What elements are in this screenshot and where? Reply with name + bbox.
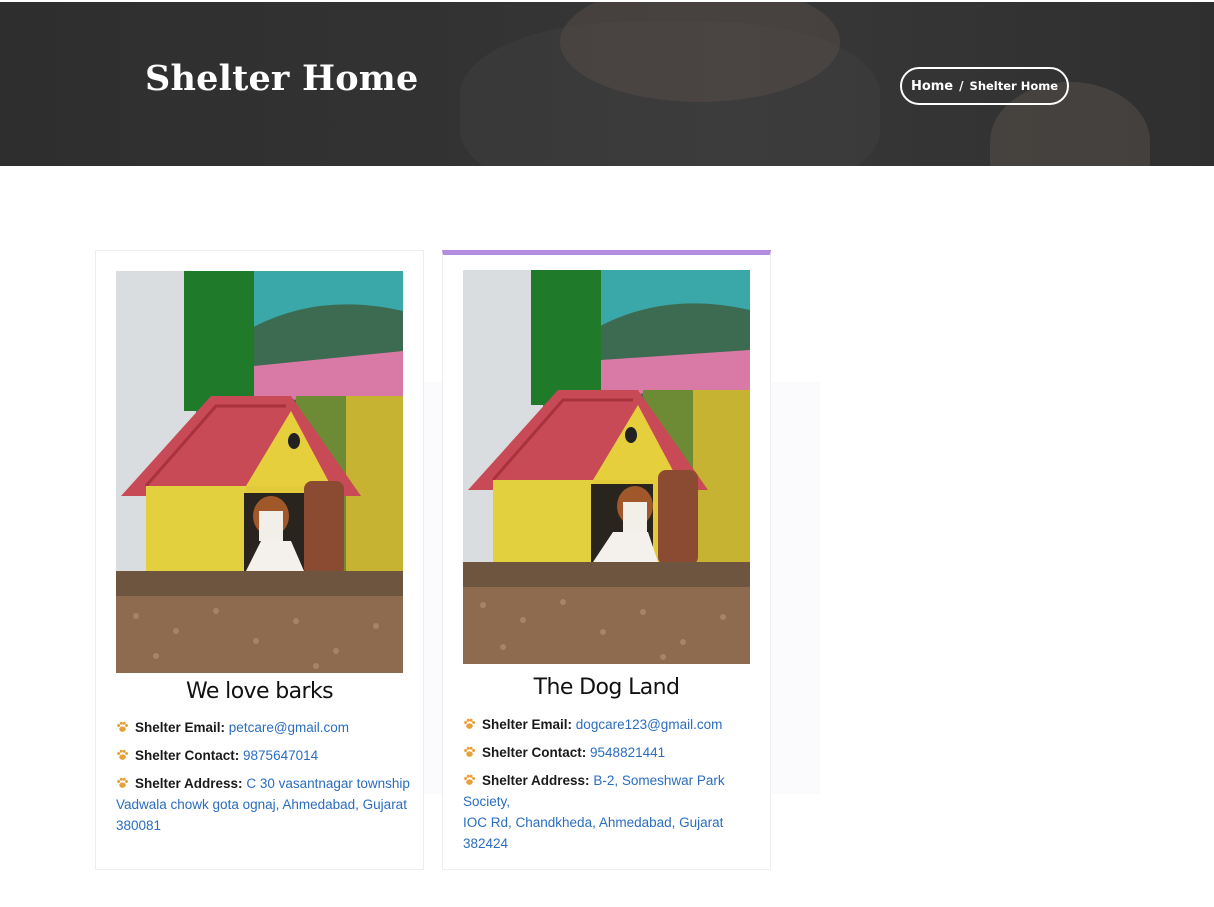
shelter-address-row: Shelter Address: B-2, Someshwar Park Soc… (463, 770, 763, 854)
breadcrumb: Home / Shelter Home (900, 67, 1069, 105)
breadcrumb-current: Shelter Home (969, 79, 1059, 93)
shelter-contact-link[interactable]: 9548821441 (590, 745, 665, 760)
shelter-address-line2: IOC Rd, Chandkheda, Ahmedabad, Gujarat (463, 815, 724, 830)
shelter-email-row: Shelter Email: dogcare123@gmail.com (463, 714, 763, 735)
shelter-photo (463, 270, 750, 664)
shelter-address-line3: 380081 (116, 818, 162, 833)
shelter-email-label: Shelter Email: (135, 720, 226, 735)
dog-house-image (463, 270, 750, 664)
breadcrumb-home-link[interactable]: Home (911, 79, 953, 94)
shelter-info: Shelter Email: dogcare123@gmail.com Shel… (463, 714, 763, 861)
shelter-contact-label: Shelter Contact: (482, 745, 587, 760)
shelter-card-active[interactable]: The Dog Land Shelter Email: dogcare123@g… (442, 250, 771, 870)
paw-icon (464, 746, 476, 757)
shelter-address-line1: C 30 vasantnagar township (246, 776, 410, 791)
paw-icon (117, 749, 129, 760)
shelter-name: The Dog Land (533, 675, 680, 700)
dog-house-image (116, 271, 403, 673)
shelter-address-line3: 382424 (463, 836, 509, 851)
shelter-photo (116, 271, 403, 673)
paw-icon (117, 721, 129, 732)
shelter-contact-label: Shelter Contact: (135, 748, 240, 763)
shelter-address-label: Shelter Address: (135, 776, 243, 791)
paw-icon (117, 777, 129, 788)
page-banner: Shelter Home Home / Shelter Home (0, 2, 1214, 166)
shelter-email-link[interactable]: dogcare123@gmail.com (576, 717, 723, 732)
shelter-info: Shelter Email: petcare@gmail.com Shelter… (116, 717, 416, 843)
paw-icon (464, 718, 476, 729)
shelter-email-row: Shelter Email: petcare@gmail.com (116, 717, 416, 738)
shelter-address-label: Shelter Address: (482, 773, 590, 788)
shelter-email-label: Shelter Email: (482, 717, 573, 732)
page-title: Shelter Home (145, 58, 419, 99)
breadcrumb-separator: / (959, 79, 964, 93)
shelter-contact-row: Shelter Contact: 9548821441 (463, 742, 763, 763)
shelter-contact-link[interactable]: 9875647014 (243, 748, 318, 763)
paw-icon (464, 774, 476, 785)
shelter-email-link[interactable]: petcare@gmail.com (229, 720, 349, 735)
shelter-address-line2: Vadwala chowk gota ognaj, Ahmedabad, Guj… (116, 797, 407, 812)
shelter-name: We love barks (185, 679, 334, 704)
shelter-address-row: Shelter Address: C 30 vasantnagar townsh… (116, 773, 416, 836)
shelter-contact-row: Shelter Contact: 9875647014 (116, 745, 416, 766)
shelter-card[interactable]: We love barks Shelter Email: petcare@gma… (95, 250, 424, 870)
